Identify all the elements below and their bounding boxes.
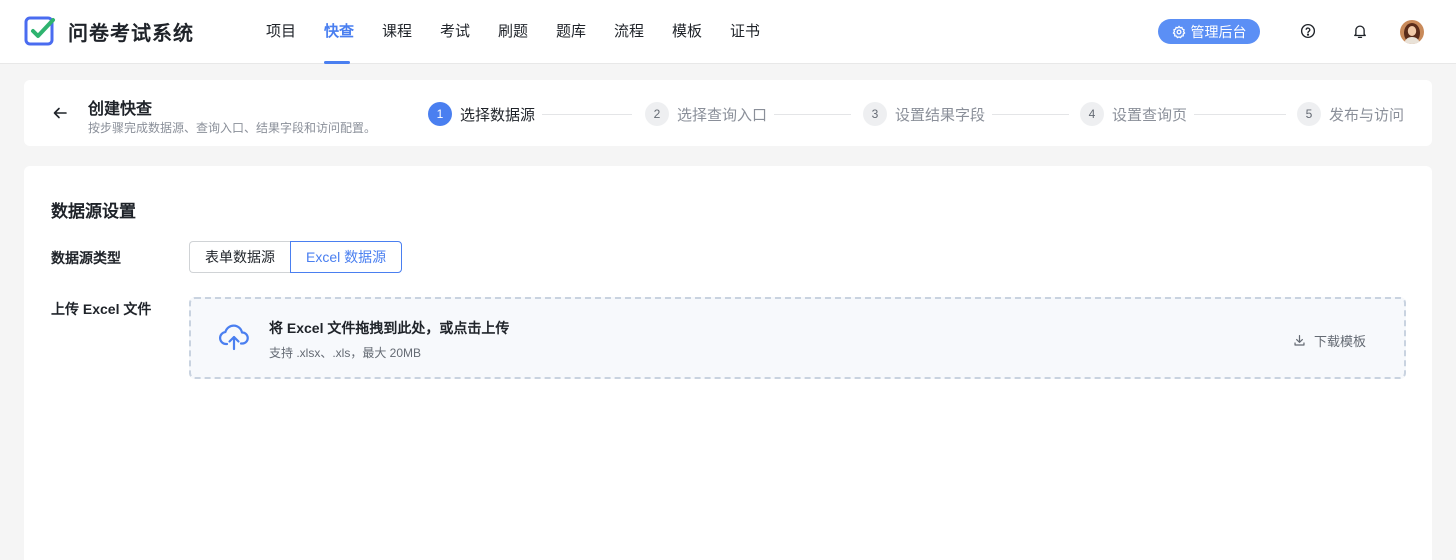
nav-item-workflow[interactable]: 流程 [614,0,672,64]
admin-console-label: 管理后台 [1190,23,1247,40]
nav-item-question-bank[interactable]: 题库 [556,0,614,64]
main-nav: 项目 快查 课程 考试 刷题 题库 流程 模板 证书 [266,0,788,64]
app-name: 问卷考试系统 [68,22,194,45]
step-set-query-page[interactable]: 4 设置查询页 [1080,102,1187,126]
nav-item-templates[interactable]: 模板 [672,0,730,64]
step-connector [1194,114,1286,115]
help-icon[interactable] [1299,22,1317,40]
step-label: 选择查询入口 [677,106,768,124]
section-title: 数据源设置 [51,202,136,221]
gear-icon [1172,24,1185,38]
nav-item-certificates[interactable]: 证书 [730,0,788,64]
step-connector [774,114,851,115]
step-label: 设置查询页 [1112,106,1188,124]
step-number: 2 [645,102,669,126]
form-data-source-option[interactable]: 表单数据源 [189,241,290,273]
nav-item-projects[interactable]: 项目 [266,0,324,64]
step-set-result-fields[interactable]: 3 设置结果字段 [863,102,985,126]
bell-icon[interactable] [1351,22,1369,40]
avatar-image [1400,20,1424,44]
step-label: 选择数据源 [460,106,536,124]
nav-item-quick-query[interactable]: 快查 [324,0,382,64]
user-avatar[interactable] [1400,20,1424,44]
step-label: 发布与访问 [1329,106,1405,124]
nav-item-practice[interactable]: 刷题 [498,0,556,64]
step-connector [542,114,632,115]
app-logo-icon [24,16,55,46]
nav-item-courses[interactable]: 课程 [382,0,440,64]
page-title: 创建快查 [88,101,153,118]
step-label: 设置结果字段 [895,106,986,124]
step-number: 5 [1297,102,1321,126]
cloud-upload-icon [219,324,249,351]
data-source-type-selector: 表单数据源 Excel 数据源 [189,241,402,273]
page-subtitle: 按步骤完成数据源、查询入口、结果字段和访问配置。 [88,121,377,135]
step-select-query-entry[interactable]: 2 选择查询入口 [645,102,767,126]
brand[interactable]: 问卷考试系统 [24,15,194,47]
back-arrow-icon[interactable] [52,105,68,121]
excel-upload-dropzone[interactable]: 将 Excel 文件拖拽到此处，或点击上传 支持 .xlsx、.xls，最大 2… [189,297,1406,379]
admin-console-button[interactable]: 管理后台 [1158,19,1260,44]
excel-data-source-option[interactable]: Excel 数据源 [290,241,402,273]
download-icon [1294,335,1305,346]
step-header-card: 创建快查 按步骤完成数据源、查询入口、结果字段和访问配置。 1 选择数据源 2 … [24,80,1432,146]
step-number: 4 [1080,102,1104,126]
data-source-type-label: 数据源类型 [51,250,121,266]
upload-format-hint: 支持 .xlsx、.xls，最大 20MB [269,346,422,360]
download-template-label: 下载模板 [1313,334,1366,349]
upload-instruction: 将 Excel 文件拖拽到此处，或点击上传 [269,320,510,336]
step-connector [992,114,1069,115]
step-number: 3 [863,102,887,126]
top-navigation-bar: 问卷考试系统 项目 快查 课程 考试 刷题 题库 流程 模板 证书 管理后台 [0,0,1456,64]
step-select-data-source[interactable]: 1 选择数据源 [428,102,535,126]
step-publish-access[interactable]: 5 发布与访问 [1297,102,1404,126]
step-number: 1 [428,102,452,126]
nav-item-exams[interactable]: 考试 [440,0,498,64]
data-source-settings-card: 数据源设置 数据源类型 表单数据源 Excel 数据源 上传 Excel 文件 … [24,166,1432,560]
upload-excel-label: 上传 Excel 文件 [51,301,152,317]
download-template-link[interactable]: 下载模板 [1293,331,1366,350]
